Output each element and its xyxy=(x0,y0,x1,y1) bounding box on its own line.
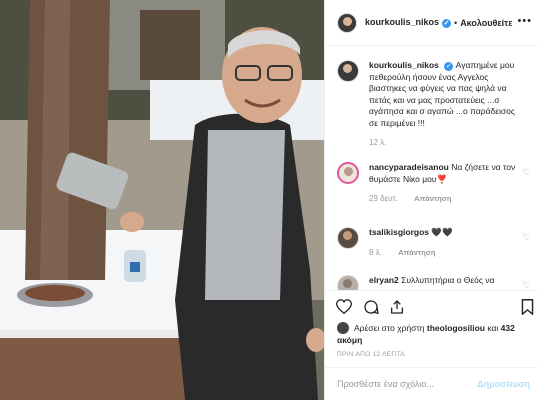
verified-icon: ✓ xyxy=(442,19,452,28)
author-avatar[interactable] xyxy=(337,12,357,33)
heart-icon[interactable]: ♡ xyxy=(523,280,531,290)
caption-username[interactable]: kourkoulis_nikos xyxy=(369,60,439,70)
post-image xyxy=(0,0,324,400)
comment-meta: 29 δευτ. Απάντηση xyxy=(369,194,533,203)
commenter-avatar[interactable] xyxy=(337,227,359,249)
reply-button[interactable]: Απάντηση xyxy=(398,248,435,257)
comments-list[interactable]: kourkoulis_nikos ✓ Αγαπημένε μου πεθερού… xyxy=(325,47,537,290)
reply-button[interactable]: Απάντηση xyxy=(414,194,451,203)
comment-text: tsalikisgiorgos 🖤🖤 xyxy=(369,227,533,239)
liker-username[interactable]: theologosiliou xyxy=(427,323,485,333)
commenter-avatar[interactable] xyxy=(337,162,359,184)
commenter-username[interactable]: nancyparadeisanou xyxy=(369,162,449,172)
liker-avatar[interactable] xyxy=(337,322,349,334)
comment-icon[interactable] xyxy=(363,299,379,315)
post-header: kourkoulis_nikos ✓ • Ακολουθείτε ••• xyxy=(325,0,537,46)
caption: kourkoulis_nikos ✓ Αγαπημένε μου πεθερού… xyxy=(337,60,533,147)
author-username-text[interactable]: kourkoulis_nikos xyxy=(365,17,439,27)
follow-button[interactable]: Ακολουθείτε xyxy=(460,18,512,28)
heart-icon[interactable]: ♡ xyxy=(523,167,531,178)
more-horizontal-icon[interactable]: ••• xyxy=(517,16,532,27)
caption-text: kourkoulis_nikos ✓ Αγαπημένε μου πεθερού… xyxy=(369,60,533,129)
commenter-avatar[interactable] xyxy=(337,275,359,290)
heart-icon[interactable]: ♡ xyxy=(523,232,531,243)
commenter-username[interactable]: tsalikisgiorgos xyxy=(369,227,429,237)
comment-body: 🖤🖤 xyxy=(431,227,453,237)
commenter-username[interactable]: elryan2 xyxy=(369,275,399,285)
verified-icon: ✓ xyxy=(444,62,454,71)
comment-item: elryan2 Συλλυπητήρια ο Θεός να ♡ xyxy=(337,275,533,290)
comment-age[interactable]: 8 λ. xyxy=(369,248,382,257)
caption-avatar[interactable] xyxy=(337,60,359,82)
post-comment-button[interactable]: Δημοσίευση xyxy=(477,379,530,389)
post-photo[interactable] xyxy=(0,0,324,400)
action-bar xyxy=(325,290,537,326)
comment-text: elryan2 Συλλυπητήρια ο Θεός να xyxy=(369,275,533,287)
comment-item: tsalikisgiorgos 🖤🖤 8 λ. Απάντηση ♡ xyxy=(337,227,533,257)
likes-prefix: Αρέσει στο χρήστη xyxy=(354,323,425,333)
comment-meta: 8 λ. Απάντηση xyxy=(369,248,533,257)
caption-age[interactable]: 12 λ. xyxy=(369,138,386,147)
likes-connector: και xyxy=(487,323,499,333)
likes-summary: Αρέσει στο χρήστη theologosiliou και 432… xyxy=(337,322,537,346)
bookmark-icon[interactable] xyxy=(521,299,534,315)
comment-age[interactable]: 29 δευτ. xyxy=(369,194,398,203)
add-comment-bar: Δημοσίευση xyxy=(325,367,537,400)
comment-body: Συλλυπητήρια ο Θεός να xyxy=(401,275,495,285)
share-icon[interactable] xyxy=(389,299,405,315)
post-side-panel: kourkoulis_nikos ✓ • Ακολουθείτε ••• kour… xyxy=(324,0,537,400)
comment-input[interactable] xyxy=(337,379,478,389)
header-separator: • xyxy=(454,17,458,28)
comment-item: nancyparadeisanou Να ζήσετε να τον θυμάσ… xyxy=(337,162,533,203)
comment-text: nancyparadeisanou Να ζήσετε να τον θυμάσ… xyxy=(369,162,533,185)
author-username[interactable]: kourkoulis_nikos ✓ xyxy=(365,17,452,28)
caption-meta: 12 λ. xyxy=(369,138,533,147)
heart-icon[interactable] xyxy=(336,299,352,314)
caption-body: Αγαπημένε μου πεθερούλη ήσουν ένας Αγγελ… xyxy=(369,60,515,128)
post-timestamp[interactable]: ΠΡΙΝ ΑΠΟ 12 ΛΕΠΤΑ xyxy=(337,351,405,358)
